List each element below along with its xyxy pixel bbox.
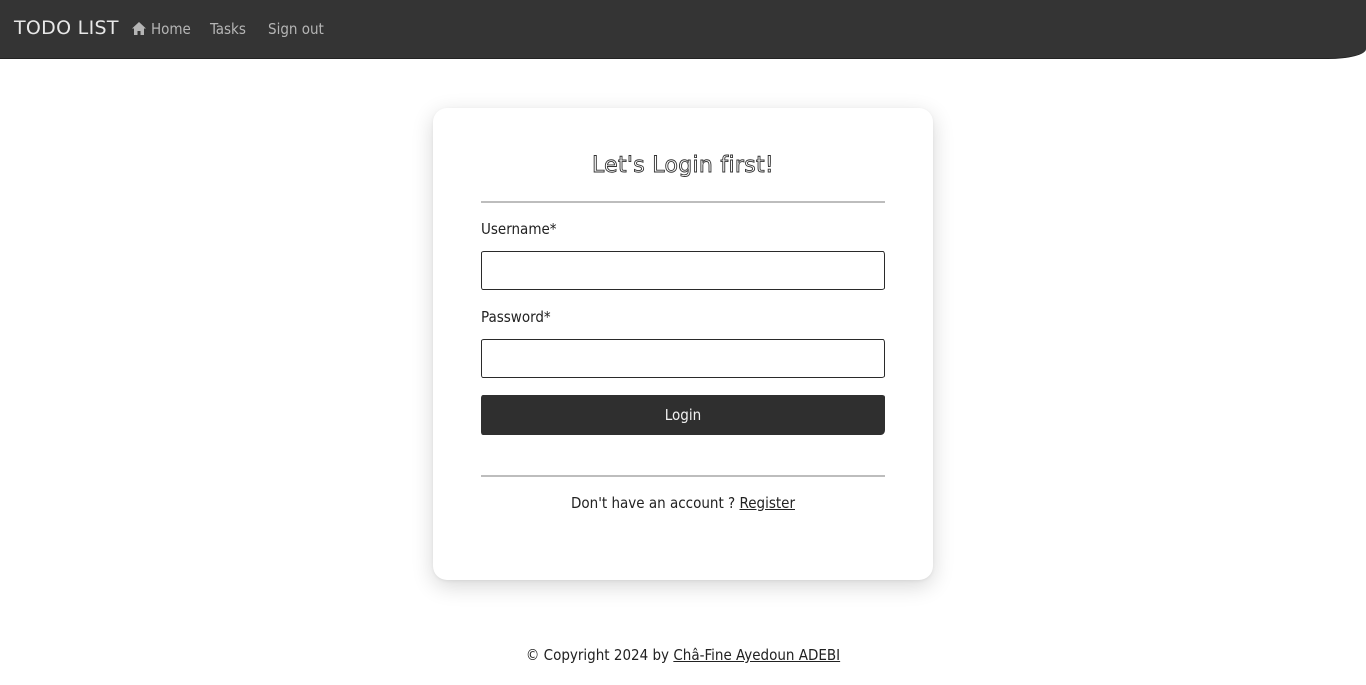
password-label: Password* [481,308,551,326]
nav-home-label: Home [151,20,191,38]
brand-logo[interactable]: TODO LIST [14,17,119,39]
nav-tasks-link[interactable]: Tasks [210,20,246,38]
register-prompt-text: Don't have an account ? [571,494,736,512]
username-input[interactable] [481,251,885,290]
register-link[interactable]: Register [740,494,796,512]
login-title: Let's Login first! [591,153,775,179]
password-input[interactable] [481,339,885,378]
nav-signout-link[interactable]: Sign out [268,20,324,38]
title-divider [481,201,885,203]
login-button[interactable]: Login [481,395,885,435]
register-prompt-line: Don't have an account ? Register [433,494,933,512]
home-icon [132,21,146,39]
copyright-text: © Copyright 2024 by [525,646,670,664]
footer: © Copyright 2024 by Châ-Fine Ayedoun ADE… [0,646,1366,664]
nav-home-link[interactable]: Home [132,20,191,39]
navbar: TODO LIST Home Tasks Sign out [0,0,1366,59]
username-label: Username* [481,220,557,238]
register-divider [481,475,885,477]
author-link[interactable]: Châ-Fine Ayedoun ADEBI [673,646,840,664]
login-card: Let's Login first! Username* Password* L… [433,108,933,580]
